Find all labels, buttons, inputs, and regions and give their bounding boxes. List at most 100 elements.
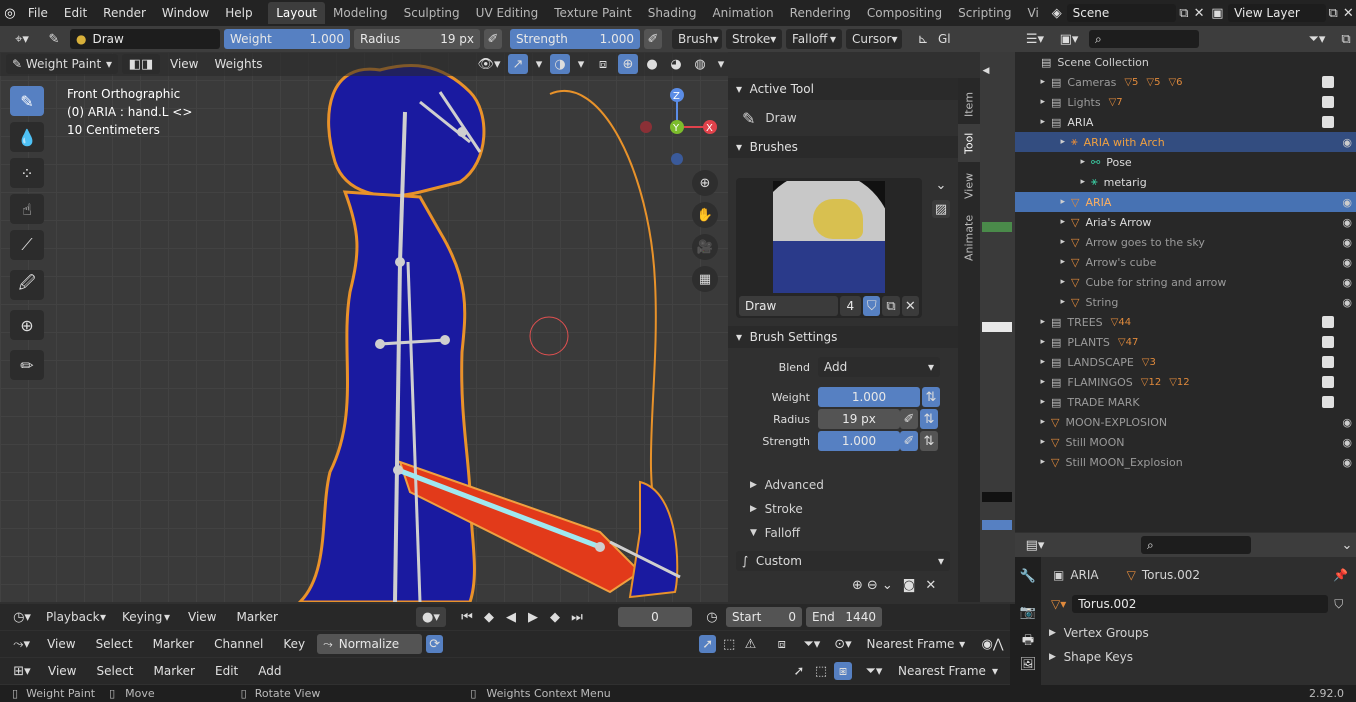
menu-window[interactable]: Window [154, 6, 217, 20]
expand-arrow-icon[interactable]: ▸ [1015, 397, 1045, 407]
outliner-row[interactable]: ▸ ⚯ Pose [1015, 152, 1356, 172]
mode-selector[interactable]: ✎ Weight Paint ▾ [6, 54, 118, 74]
blur-tool[interactable]: 💧 [10, 122, 44, 152]
ds-add-menu[interactable]: Add [250, 664, 289, 678]
overlay-icon[interactable]: ⧆ [834, 662, 852, 680]
collapsed-editor[interactable]: ◀ [980, 52, 1015, 602]
play-icon[interactable]: ▶ [524, 610, 542, 625]
record-icon[interactable]: ●▾ [415, 607, 446, 627]
graph-select-menu[interactable]: Select [88, 637, 141, 651]
outliner-row[interactable]: ▸ ▽ Still MOON ◉ [1015, 432, 1356, 452]
properties-editor-type-icon[interactable]: ▤▾ [1021, 538, 1049, 553]
scene-collection-row[interactable]: ▤ Scene Collection [1015, 52, 1356, 72]
mask-mode-icon[interactable]: ◧◨ [122, 54, 160, 74]
smear-tool[interactable]: ☝ [10, 194, 44, 224]
outliner-row[interactable]: ▸ ▽ Arrow goes to the sky ◉ [1015, 232, 1356, 252]
play-reverse-icon[interactable]: ◀ [502, 610, 520, 625]
image-icon[interactable]: ▨ [932, 200, 950, 218]
expand-arrow-icon[interactable]: ▸ [1015, 197, 1065, 207]
active-tool-header[interactable]: ▾ Active Tool [728, 78, 958, 100]
menu-file[interactable]: File [20, 6, 56, 20]
box-select-icon[interactable]: ⬚ [812, 664, 830, 679]
outliner-row[interactable]: ▸ ▽ Cube for string and arrow ◉ [1015, 272, 1356, 292]
visibility-eye-icon[interactable]: ◉ [1342, 136, 1352, 149]
jump-end-icon[interactable]: ⏭ [568, 610, 586, 625]
child-count-badge[interactable]: ▽6 [1168, 77, 1182, 88]
filter-icon[interactable]: ⏷▾ [1304, 32, 1330, 47]
vertex-groups-panel[interactable]: ▶ Vertex Groups [1041, 621, 1356, 645]
ds-snap-mode-select[interactable]: Nearest Frame ▾ [892, 661, 1004, 681]
radius-field[interactable]: Radius 19 px [354, 29, 480, 49]
clock-icon[interactable]: ◷ [702, 610, 722, 625]
tab-view[interactable]: View [958, 166, 980, 206]
timeline-editor-icon[interactable]: ◷▾ [8, 610, 36, 625]
rendered-shading-icon[interactable]: ◍ [690, 57, 710, 72]
expand-arrow-icon[interactable]: ▸ [1015, 157, 1085, 167]
new-view-layer-icon[interactable]: ⧉ [1326, 6, 1341, 21]
tab-rendering[interactable]: Rendering [782, 2, 859, 24]
material-shading-icon[interactable]: ◕ [666, 57, 686, 72]
ds-select-menu[interactable]: Select [88, 664, 141, 678]
chevron-down-icon[interactable]: ▾ [574, 57, 588, 72]
brush-name-field[interactable]: Draw [739, 296, 838, 316]
expand-arrow-icon[interactable]: ▸ [1015, 137, 1065, 147]
gizmo-toggle-icon[interactable]: ↗ [508, 54, 528, 74]
strength-field[interactable]: 1.000 [818, 431, 900, 451]
render-tab-icon[interactable]: 📷 [1019, 605, 1037, 620]
expand-arrow-icon[interactable]: ▸ [1015, 377, 1045, 387]
expand-arrow-icon[interactable]: ▸ [1015, 117, 1045, 127]
outliner-row[interactable]: ▸ ▤ Cameras ▽5 ▽5 ▽6 [1015, 72, 1356, 92]
outliner-row[interactable]: ▸ ▤ ARIA [1015, 112, 1356, 132]
visibility-eye-icon[interactable]: ◉ [1342, 436, 1352, 449]
shape-keys-panel[interactable]: ▶ Shape Keys [1041, 645, 1356, 669]
ds-edit-menu[interactable]: Edit [207, 664, 246, 678]
xray-icon[interactable]: ⧈ [592, 57, 614, 72]
annotate-tool[interactable]: ✏ [10, 350, 44, 380]
snap-mode-select[interactable]: Nearest Frame ▾ [860, 634, 972, 654]
radius-field[interactable]: 19 px [818, 409, 900, 429]
visibility-eye-icon[interactable]: ◉ [1342, 216, 1352, 229]
warning-icon[interactable]: ⚠ [742, 637, 759, 652]
ds-marker-menu[interactable]: Marker [146, 664, 203, 678]
outliner-row[interactable]: ▸ ▤ Lights ▽7 [1015, 92, 1356, 112]
tab-compositing[interactable]: Compositing [859, 2, 950, 24]
tab-uv-editing[interactable]: UV Editing [468, 2, 547, 24]
outliner-row[interactable]: ▸ ▽ ARIA ◉ [1015, 192, 1356, 212]
scene-selector[interactable]: Scene [1066, 4, 1177, 22]
view-layer-selector[interactable]: View Layer [1228, 4, 1326, 22]
draw-tool[interactable]: ✎ [10, 86, 44, 116]
advanced-subpanel[interactable]: ▶ Advanced [728, 474, 958, 496]
close-icon[interactable]: ✕ [925, 578, 936, 593]
axis-icon[interactable]: ⊾ [912, 32, 934, 47]
pressure-icon[interactable]: ✐ [900, 431, 918, 451]
gradient-tool[interactable]: ⟋ [10, 230, 44, 260]
child-count-badge[interactable]: ▽12 [1141, 377, 1161, 388]
child-count-badge[interactable]: ▽47 [1118, 337, 1138, 348]
exclude-checkbox[interactable] [1322, 376, 1334, 388]
graph-marker-menu[interactable]: Marker [145, 637, 202, 651]
expand-arrow-icon[interactable]: ▸ [1015, 357, 1045, 367]
pivot-icon[interactable]: ⊙▾ [829, 637, 856, 652]
tab-animate[interactable]: Animate [958, 210, 980, 266]
tab-texture-paint[interactable]: Texture Paint [546, 2, 639, 24]
view-layer-tab-icon[interactable]: 🖼 [1019, 657, 1037, 672]
expand-arrow-icon[interactable]: ▸ [1015, 297, 1065, 307]
expand-arrow-icon[interactable]: ▸ [1015, 77, 1045, 87]
outliner-row[interactable]: ▸ ▤ TREES ▽44 [1015, 312, 1356, 332]
scene-icon[interactable]: ◈ [1047, 6, 1067, 21]
playback-menu[interactable]: Playback ▾ [40, 607, 112, 627]
timeline-marker-menu[interactable]: Marker [228, 610, 285, 624]
child-count-badge[interactable]: ▽5 [1124, 77, 1138, 88]
jump-start-icon[interactable]: ⏮ [458, 610, 476, 625]
cursor-menu[interactable]: Cursor ▾ [846, 29, 902, 49]
active-tool-row[interactable]: ✎ Draw [728, 100, 958, 136]
visibility-eye-icon[interactable]: ◉ [1342, 296, 1352, 309]
child-count-badge[interactable]: ▽3 [1142, 357, 1156, 368]
display-mode-icon[interactable]: ▣▾ [1055, 32, 1083, 47]
prev-key-icon[interactable]: ◆ [480, 610, 498, 625]
brush-menu[interactable]: Brush ▾ [672, 29, 722, 49]
pin-icon[interactable]: 📌 [1333, 568, 1348, 582]
keying-menu[interactable]: Keying ▾ [116, 607, 176, 627]
outliner-editor-type-icon[interactable]: ☰▾ [1021, 32, 1049, 47]
select-cursor-icon[interactable]: ➚ [698, 635, 717, 653]
